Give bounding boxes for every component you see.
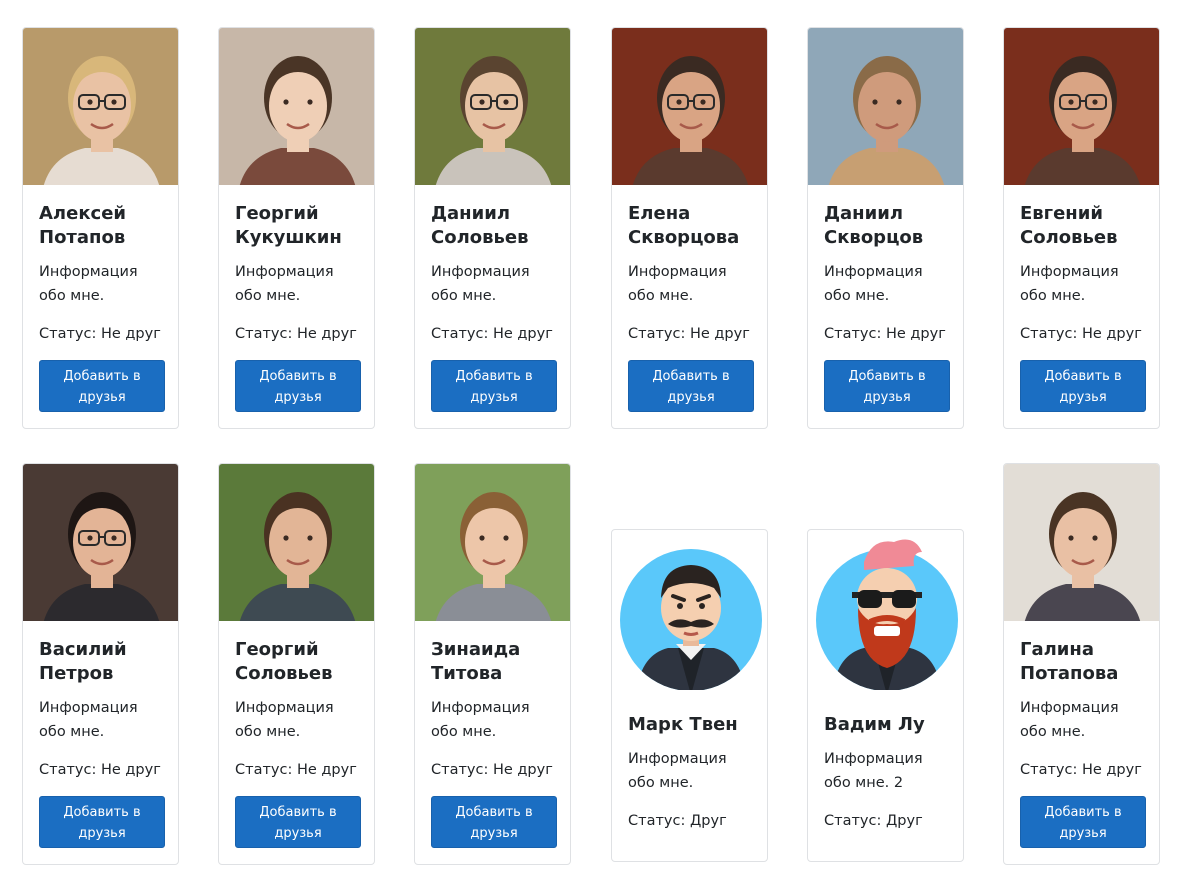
person-portrait-icon [23, 464, 178, 621]
person-portrait-icon [1004, 464, 1159, 621]
profile-photo [1004, 464, 1159, 621]
user-card: Алексей Потапов Информация обо мне. Стат… [22, 27, 179, 429]
friend-status: Статус: Не друг [39, 326, 161, 342]
user-card: Зинаида Титова Информация обо мне. Стату… [414, 463, 571, 865]
user-name: Георгий Соловьев [235, 639, 333, 684]
user-card: Даниил Скворцов Информация обо мне. Стат… [807, 27, 964, 429]
person-portrait-icon [808, 28, 963, 185]
user-info: Информация обо мне. 2 [824, 751, 923, 791]
user-name: Евгений Соловьев [1020, 203, 1118, 248]
person-portrait-icon [23, 28, 178, 185]
friend-status: Статус: Друг [628, 813, 727, 829]
person-portrait-icon [612, 28, 767, 185]
user-info: Информация обо мне. [431, 700, 530, 740]
profile-photo [23, 464, 178, 621]
profile-photo [1004, 28, 1159, 185]
friend-status: Статус: Не друг [1020, 326, 1142, 342]
add-friend-button[interactable]: Добавить в друзья [824, 360, 950, 412]
cartoon-avatar [808, 530, 963, 690]
friend-status: Статус: Не друг [431, 326, 553, 342]
person-portrait-icon [1004, 28, 1159, 185]
add-friend-button[interactable]: Добавить в друзья [628, 360, 754, 412]
profile-photo [808, 28, 963, 185]
user-name: Вадим Лу [824, 714, 925, 735]
profile-photo [219, 464, 374, 621]
cartoon-avatar [612, 530, 767, 690]
friend-status: Статус: Не друг [235, 326, 357, 342]
user-name: Василий Петров [39, 639, 127, 684]
user-card: Георгий Соловьев Информация обо мне. Ста… [218, 463, 375, 865]
user-card: Даниил Соловьев Информация обо мне. Стат… [414, 27, 571, 429]
user-card: Георгий Кукушкин Информация обо мне. Ста… [218, 27, 375, 429]
user-info: Информация обо мне. [235, 700, 334, 740]
user-info: Информация обо мне. [1020, 700, 1119, 740]
add-friend-button[interactable]: Добавить в друзья [431, 360, 557, 412]
user-name: Даниил Соловьев [431, 203, 529, 248]
person-portrait-icon [219, 464, 374, 621]
user-name: Георгий Кукушкин [235, 203, 342, 248]
user-name: Марк Твен [628, 714, 738, 735]
profile-photo [415, 28, 570, 185]
friend-status: Статус: Не друг [1020, 762, 1142, 778]
bearded-man-icon [815, 539, 958, 690]
profile-photo [219, 28, 374, 185]
user-info: Информация обо мне. [39, 264, 138, 304]
add-friend-button[interactable]: Добавить в друзья [1020, 360, 1146, 412]
person-portrait-icon [415, 464, 570, 621]
person-portrait-icon [415, 28, 570, 185]
user-card: Василий Петров Информация обо мне. Стату… [22, 463, 179, 865]
user-info: Информация обо мне. [235, 264, 334, 304]
friend-status: Статус: Не друг [431, 762, 553, 778]
profile-photo [23, 28, 178, 185]
add-friend-button[interactable]: Добавить в друзья [431, 796, 557, 848]
user-card: Елена Скворцова Информация обо мне. Стат… [611, 27, 768, 429]
add-friend-button[interactable]: Добавить в друзья [39, 796, 165, 848]
user-info: Информация обо мне. [39, 700, 138, 740]
friend-status: Статус: Не друг [824, 326, 946, 342]
profile-photo [612, 28, 767, 185]
user-name: Даниил Скворцов [824, 203, 924, 248]
user-info: Информация обо мне. [628, 751, 727, 791]
user-name: Галина Потапова [1020, 639, 1119, 684]
user-name: Зинаида Титова [431, 639, 521, 684]
friend-status: Статус: Не друг [39, 762, 161, 778]
user-name: Алексей Потапов [39, 203, 127, 248]
user-card: Галина Потапова Информация обо мне. Стат… [1003, 463, 1160, 865]
user-info: Информация обо мне. [431, 264, 530, 304]
add-friend-button[interactable]: Добавить в друзья [235, 796, 361, 848]
user-info: Информация обо мне. [628, 264, 727, 304]
user-card: Вадим Лу Информация обо мне. 2 Статус: Д… [807, 529, 964, 862]
friend-status: Статус: Не друг [628, 326, 750, 342]
add-friend-button[interactable]: Добавить в друзья [39, 360, 165, 412]
add-friend-button[interactable]: Добавить в друзья [235, 360, 361, 412]
friends-grid: Алексей Потапов Информация обо мне. Стат… [0, 0, 1196, 871]
friend-status: Статус: Друг [824, 813, 923, 829]
user-info: Информация обо мне. [1020, 264, 1119, 304]
person-portrait-icon [219, 28, 374, 185]
friend-status: Статус: Не друг [235, 762, 357, 778]
mustache-man-icon [619, 549, 762, 690]
add-friend-button[interactable]: Добавить в друзья [1020, 796, 1146, 848]
user-info: Информация обо мне. [824, 264, 923, 304]
user-card: Марк Твен Информация обо мне. Статус: Др… [611, 529, 768, 862]
user-name: Елена Скворцова [628, 203, 740, 248]
profile-photo [415, 464, 570, 621]
user-card: Евгений Соловьев Информация обо мне. Ста… [1003, 27, 1160, 429]
